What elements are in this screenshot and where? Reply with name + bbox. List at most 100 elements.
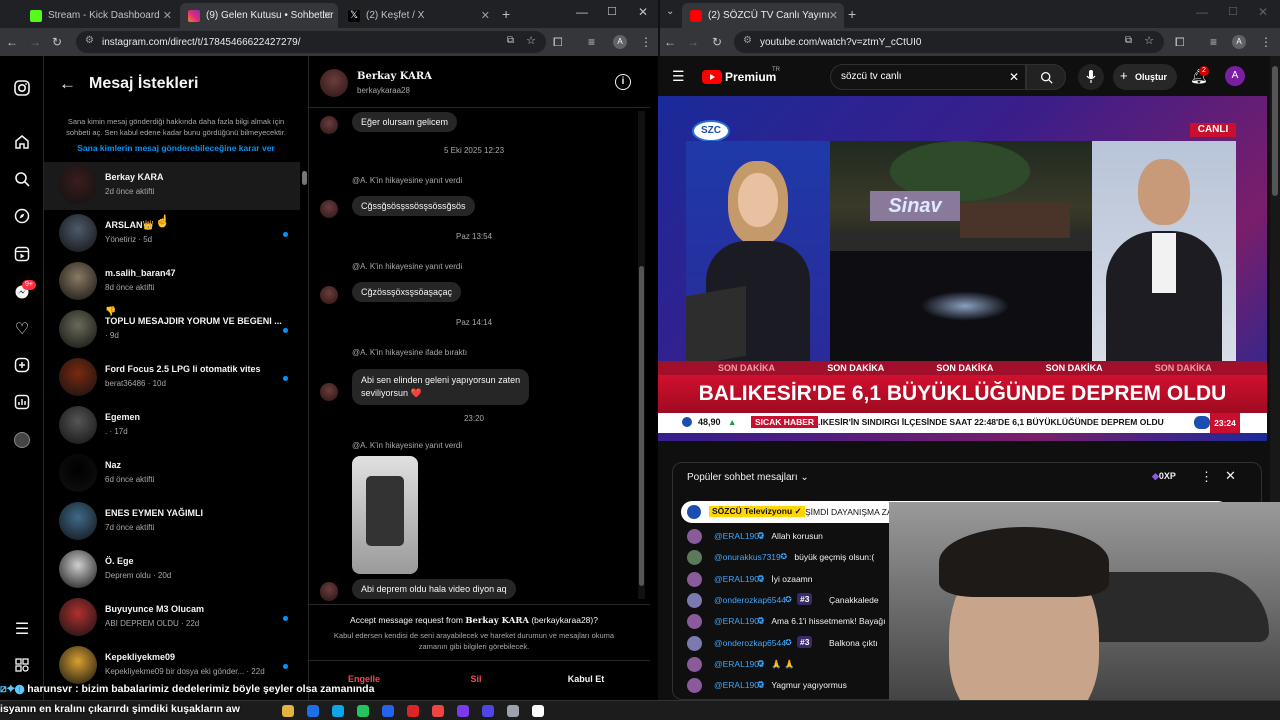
close-chat-icon[interactable]: ✕ — [1225, 468, 1236, 484]
settings-icon[interactable] — [507, 705, 519, 717]
youtube-search-input[interactable]: sözcü tv canlı ✕ — [830, 64, 1026, 90]
message-bubble[interactable]: Eğer olursam gelicem — [352, 112, 458, 132]
chat-scrollbar-track[interactable] — [638, 111, 645, 599]
request-row[interactable]: ARSLAN👑 Yönetiriz · 5d — [44, 210, 300, 258]
forward-icon[interactable]: → — [687, 34, 699, 50]
xp-badge[interactable]: ◆0XP — [1152, 471, 1176, 482]
bookmark-star-icon[interactable]: ☆ — [1144, 34, 1154, 47]
app-icon[interactable] — [432, 705, 444, 717]
list-scrollbar[interactable] — [302, 171, 307, 185]
also-from-meta-icon[interactable] — [12, 657, 32, 677]
tab-x-explore[interactable]: 𝕏 (2) Keşfet / X ✕ — [340, 3, 496, 28]
delete-button[interactable]: Sil — [421, 667, 531, 691]
close-tab-icon[interactable]: ✕ — [323, 9, 332, 22]
tab-instagram-inbox[interactable]: (9) Gelen Kutusu • Sohbetler ✕ — [180, 3, 338, 28]
search-icon[interactable] — [12, 171, 32, 191]
clear-search-icon[interactable]: ✕ — [1009, 70, 1019, 84]
notifications-heart-icon[interactable]: ♡ — [12, 320, 32, 340]
minimize-icon[interactable]: — — [576, 5, 588, 19]
more-menu-icon[interactable]: ☰ — [12, 620, 32, 640]
chat-name[interactable]: Berkay KARA — [357, 71, 432, 82]
voice-search-button[interactable] — [1078, 64, 1104, 90]
address-bar[interactable]: ⚙ youtube.com/watch?v=ztmY_cCtUI0 ⧉ ☆ — [734, 31, 1164, 53]
message-bubble[interactable]: Abi sen elinden geleni yapıyorsun zaten s… — [352, 369, 530, 405]
close-tab-icon[interactable]: ✕ — [481, 9, 490, 22]
request-row[interactable]: Naz 6d önce aktifti — [44, 450, 300, 498]
app-icon[interactable] — [457, 705, 469, 717]
profile-avatar[interactable]: A — [613, 35, 627, 49]
reload-icon[interactable]: ↻ — [52, 34, 62, 50]
address-bar[interactable]: ⚙ instagram.com/direct/t/178454666224272… — [76, 31, 546, 53]
explore-icon[interactable] — [12, 208, 32, 228]
chat-menu-icon[interactable]: ⋮ — [1200, 469, 1213, 485]
close-window-icon[interactable]: ✕ — [638, 5, 648, 19]
app-icon[interactable] — [357, 705, 369, 717]
install-app-icon[interactable]: ⧉ — [507, 35, 514, 46]
request-row[interactable]: Buyuyunce M3 Olucam ABI DEPREM OLDU · 22d — [44, 594, 300, 642]
chat-mode-selector[interactable]: Popüler sohbet mesajları ⌄ — [687, 472, 809, 483]
site-info-icon[interactable]: ⚙ — [743, 35, 752, 46]
profile-avatar-icon[interactable] — [12, 432, 32, 452]
request-row[interactable]: Egemen . · 17d — [44, 402, 300, 450]
photoshop-icon[interactable] — [382, 705, 394, 717]
tab-search-icon[interactable]: ≡ — [1210, 34, 1217, 50]
browser-menu-icon[interactable]: ⋮ — [1260, 34, 1272, 50]
request-row[interactable]: ENES EYMEN YAĞIMLI 7d önce aktifti — [44, 498, 300, 546]
chat-scrollbar-thumb[interactable] — [639, 266, 644, 586]
file-explorer-icon[interactable] — [282, 705, 294, 717]
dashboard-icon[interactable] — [12, 394, 32, 414]
create-post-icon[interactable] — [12, 357, 32, 377]
chrome-icon[interactable] — [532, 705, 544, 717]
app-icon[interactable] — [307, 705, 319, 717]
edge-icon[interactable] — [332, 705, 344, 717]
close-window-icon[interactable]: ✕ — [1258, 5, 1268, 19]
tab-sozcu-live[interactable]: (2) SÖZCÜ TV Canlı Yayını ✕ — [682, 3, 844, 28]
guide-menu-icon[interactable]: ☰ — [672, 68, 685, 85]
reload-icon[interactable]: ↻ — [712, 34, 722, 50]
info-icon[interactable]: i — [615, 74, 631, 90]
install-app-icon[interactable]: ⧉ — [1125, 35, 1132, 46]
request-row[interactable]: Ö. Ege Deprem oldu · 20d — [44, 546, 300, 594]
message-bubble[interactable]: Cğssğsösşssösşsössğsös — [352, 196, 475, 216]
page-scrollbar-thumb[interactable] — [1272, 66, 1278, 196]
youtube-logo-icon[interactable] — [702, 70, 722, 84]
message-bubble[interactable]: Abi deprem oldu hala video diyon aq — [352, 579, 516, 599]
tab-list-icon[interactable]: ⌄ — [666, 6, 674, 17]
back-arrow-icon[interactable]: ← — [59, 74, 76, 94]
chat-avatar[interactable] — [320, 69, 348, 97]
new-tab-icon[interactable]: + — [848, 6, 856, 22]
request-row[interactable]: Berkay KARA 2d önce aktifti — [44, 162, 300, 210]
home-icon[interactable] — [12, 134, 32, 154]
back-icon[interactable]: ← — [6, 34, 18, 50]
maximize-icon[interactable]: ☐ — [607, 5, 617, 18]
premiere-icon[interactable] — [482, 705, 494, 717]
messages-icon[interactable]: 9+ — [12, 280, 36, 304]
browser-menu-icon[interactable]: ⋮ — [640, 34, 652, 50]
tab-search-icon[interactable]: ≡ — [588, 34, 595, 50]
youtube-premium-logo[interactable]: Premium — [725, 70, 776, 84]
maximize-icon[interactable]: ☐ — [1228, 5, 1238, 18]
back-icon[interactable]: ← — [664, 34, 676, 50]
extensions-icon[interactable]: ⧠ — [1175, 34, 1185, 50]
search-button[interactable] — [1026, 64, 1066, 90]
video-player[interactable]: SZC CANLI Sinav SON DAKİKA SON DAKİKA SO… — [658, 96, 1267, 441]
instagram-logo-icon[interactable] — [12, 80, 32, 100]
profile-avatar[interactable]: A — [1232, 35, 1246, 49]
minimize-icon[interactable]: — — [1196, 5, 1208, 19]
request-row[interactable]: 👎 TOPLU MESAJDIR YORUM VE BEGENI ... · 9d — [44, 306, 300, 354]
account-avatar[interactable]: A — [1225, 66, 1245, 86]
create-button[interactable]: + Oluştur — [1113, 64, 1177, 90]
request-row[interactable]: m.salih_baran47 8d önce aktifti — [44, 258, 300, 306]
bookmark-star-icon[interactable]: ☆ — [526, 34, 536, 47]
request-row[interactable]: Ford Focus 2.5 LPG li otomatik vites bera… — [44, 354, 300, 402]
tab-kick-dashboard[interactable]: Stream - Kick Dashboard ✕ — [22, 3, 178, 28]
new-tab-icon[interactable]: + — [502, 6, 510, 22]
close-tab-icon[interactable]: ✕ — [163, 9, 172, 22]
site-info-icon[interactable]: ⚙ — [85, 35, 94, 46]
story-thumbnail[interactable] — [352, 456, 418, 574]
accept-button[interactable]: Kabul Et — [531, 667, 641, 691]
message-bubble[interactable]: Cğzössşöxsşsöaşaçaç — [352, 282, 462, 302]
reels-icon[interactable] — [12, 246, 32, 266]
close-tab-icon[interactable]: ✕ — [829, 9, 838, 22]
illustrator-icon[interactable] — [407, 705, 419, 717]
